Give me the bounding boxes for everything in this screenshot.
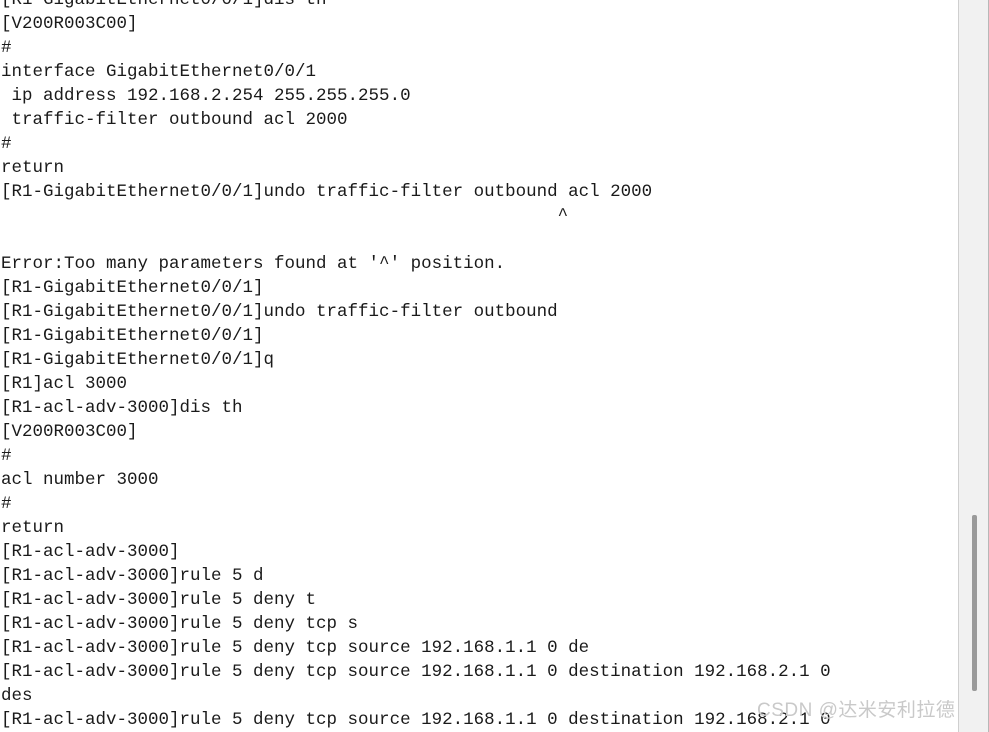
terminal-line: [R1-acl-adv-3000]rule 5 deny tcp source …: [1, 638, 590, 658]
terminal-line: [R1-acl-adv-3000]rule 5 d: [1, 566, 264, 586]
terminal-output-area[interactable]: [R1-GigabitEthernet0/0/1]dis th [V200R003…: [0, 0, 958, 732]
terminal-line: [V200R003C00]: [1, 14, 138, 34]
terminal-line: [R1-acl-adv-3000]rule 5 deny tcp source …: [1, 662, 831, 682]
terminal-line-stack: [R1-GigabitEthernet0/0/1]dis th [V200R003…: [0, 0, 958, 732]
terminal-line: [R1-GigabitEthernet0/0/1]undo traffic-fi…: [1, 302, 558, 322]
vertical-scrollbar[interactable]: [958, 0, 989, 732]
terminal-line: des: [1, 686, 33, 706]
terminal-line: return: [1, 518, 65, 538]
terminal-line: #: [1, 38, 12, 58]
terminal-line: ^: [1, 206, 569, 226]
cli-console-window: [R1-GigabitEthernet0/0/1]dis th [V200R003…: [0, 0, 989, 732]
terminal-line: #: [1, 494, 12, 514]
scrollbar-track[interactable]: [959, 0, 989, 732]
terminal-line: [R1-acl-adv-3000]: [1, 542, 180, 562]
terminal-line: traffic-filter outbound acl 2000: [1, 110, 348, 130]
terminal-line: [R1-GigabitEthernet0/0/1]q: [1, 350, 275, 370]
terminal-line: [R1]acl 3000: [1, 374, 128, 394]
terminal-line: [V200R003C00]: [1, 422, 138, 442]
terminal-line: acl number 3000: [1, 470, 159, 490]
terminal-line: [R1-GigabitEthernet0/0/1]dis th: [1, 0, 327, 10]
terminal-line: return: [1, 158, 65, 178]
terminal-line: ip address 192.168.2.254 255.255.255.0: [1, 86, 411, 106]
terminal-line: [R1-acl-adv-3000]rule 5 deny tcp source …: [1, 710, 831, 730]
terminal-line: #: [1, 446, 12, 466]
terminal-line: [R1-GigabitEthernet0/0/1]: [1, 326, 264, 346]
terminal-line: [R1-acl-adv-3000]dis th: [1, 398, 243, 418]
terminal-line: Error:Too many parameters found at '^' p…: [1, 254, 506, 274]
terminal-line: #: [1, 134, 12, 154]
terminal-line: [R1-acl-adv-3000]rule 5 deny tcp s: [1, 614, 359, 634]
terminal-line: [R1-GigabitEthernet0/0/1]: [1, 278, 264, 298]
scrollbar-thumb[interactable]: [972, 515, 977, 691]
terminal-line: [R1-acl-adv-3000]rule 5 deny t: [1, 590, 317, 610]
terminal-line: interface GigabitEthernet0/0/1: [1, 62, 317, 82]
terminal-line: [R1-GigabitEthernet0/0/1]undo traffic-fi…: [1, 182, 653, 202]
